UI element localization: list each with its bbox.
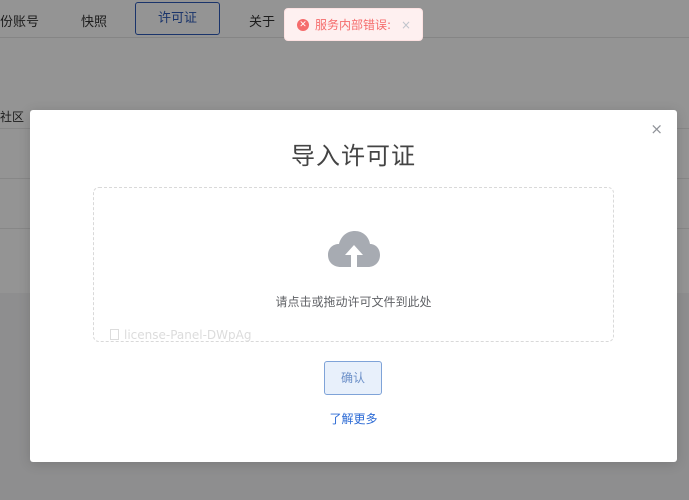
error-toast: ✕ 服务内部错误: × — [284, 8, 423, 41]
upload-dropzone[interactable]: 请点击或拖动许可文件到此处 — [93, 187, 614, 342]
file-name: license-Panel-DWpAg — [124, 328, 252, 342]
dialog-title: 导入许可证 — [291, 142, 416, 170]
learn-more-link[interactable]: 了解更多 — [30, 410, 677, 427]
import-license-dialog: × 导入许可证 请点击或拖动许可文件到此处 license-Panel-DWpA… — [30, 110, 677, 462]
document-icon — [110, 329, 119, 340]
cloud-upload-icon — [328, 231, 380, 267]
close-icon[interactable]: × — [401, 18, 411, 32]
error-circle-icon: ✕ — [297, 18, 309, 31]
toast-message: 服务内部错误: — [315, 18, 392, 32]
confirm-button[interactable]: 确认 — [324, 361, 382, 395]
upload-hint: 请点击或拖动许可文件到此处 — [275, 295, 432, 309]
uploaded-file-item[interactable]: license-Panel-DWpAg — [110, 328, 251, 342]
